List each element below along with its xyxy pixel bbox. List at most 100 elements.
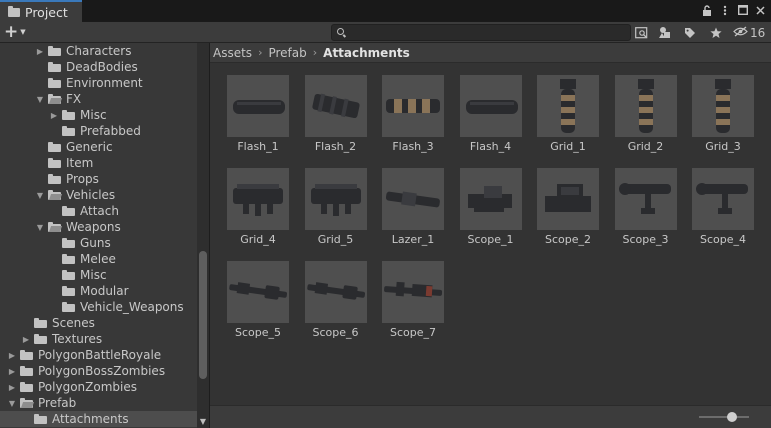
- asset-thumbnail[interactable]: [382, 75, 444, 137]
- tree-item[interactable]: ▶ Textures: [0, 331, 197, 347]
- asset-thumbnail[interactable]: [692, 168, 754, 230]
- tree-item[interactable]: ▼ FX: [0, 91, 197, 107]
- tree-item[interactable]: Modular: [0, 283, 197, 299]
- asset-item[interactable]: Scope_7: [375, 249, 445, 339]
- asset-label: Scope_7: [389, 326, 436, 339]
- asset-thumbnail[interactable]: [614, 168, 677, 230]
- asset-item[interactable]: Grid_5: [298, 156, 368, 246]
- expand-arrow-right-icon[interactable]: ▶: [7, 382, 17, 392]
- tree-item-label: Generic: [66, 140, 113, 154]
- close-icon[interactable]: [754, 3, 767, 17]
- expand-arrow-right-icon[interactable]: ▶: [7, 350, 17, 360]
- expand-arrow-down-icon[interactable]: ▼: [35, 94, 45, 104]
- search-by-type-icon[interactable]: [632, 24, 650, 41]
- tree-item[interactable]: Generic: [0, 139, 197, 155]
- asset-item[interactable]: Flash_4: [453, 63, 523, 153]
- breadcrumb-item-attachments[interactable]: Attachments: [323, 46, 410, 60]
- folder-icon: [62, 302, 75, 312]
- star-icon[interactable]: [707, 24, 725, 41]
- asset-item[interactable]: Scope_6: [298, 249, 368, 339]
- tree-item-label: DeadBodies: [66, 60, 138, 74]
- asset-item[interactable]: Grid_2: [608, 63, 678, 153]
- asset-item[interactable]: Scope_1: [453, 156, 523, 246]
- tree-item[interactable]: Misc: [0, 267, 197, 283]
- asset-thumbnail[interactable]: [382, 261, 444, 323]
- asset-item[interactable]: Flash_2: [298, 63, 368, 153]
- breadcrumb-item-assets[interactable]: Assets: [213, 46, 252, 60]
- expand-arrow-right-icon[interactable]: ▶: [35, 46, 45, 56]
- asset-thumbnail[interactable]: [227, 261, 289, 323]
- asset-thumbnail[interactable]: [537, 168, 599, 230]
- zoom-slider-knob[interactable]: [727, 412, 737, 422]
- tree-item[interactable]: Melee: [0, 251, 197, 267]
- tree-item[interactable]: ▼ Prefab: [0, 395, 197, 411]
- search-input[interactable]: [350, 25, 626, 40]
- asset-item[interactable]: Flash_3: [375, 63, 445, 153]
- asset-item[interactable]: Flash_1: [220, 63, 290, 153]
- bottom-bar: [210, 405, 771, 428]
- asset-item[interactable]: Grid_3: [685, 63, 755, 153]
- tree-item[interactable]: ▶ Misc: [0, 107, 197, 123]
- asset-label: Scope_1: [467, 233, 514, 246]
- asset-thumbnail[interactable]: [692, 75, 754, 137]
- asset-thumbnail[interactable]: [537, 75, 599, 137]
- asset-thumbnail[interactable]: [459, 75, 522, 137]
- expand-arrow-right-icon[interactable]: ▶: [49, 110, 59, 120]
- chevron-down-icon: ▼: [20, 28, 26, 36]
- asset-thumbnail[interactable]: [382, 168, 444, 230]
- tree-item[interactable]: Environment: [0, 75, 197, 91]
- tree-scrollbar[interactable]: ▼: [197, 43, 209, 428]
- tree-item[interactable]: ▼ Weapons: [0, 219, 197, 235]
- tree-item[interactable]: ▼ Vehicles: [0, 187, 197, 203]
- filter-by-type-icon[interactable]: [656, 24, 674, 41]
- expand-arrow-down-icon[interactable]: ▼: [35, 190, 45, 200]
- tree-item[interactable]: Guns: [0, 235, 197, 251]
- maximize-icon[interactable]: [736, 3, 749, 17]
- asset-thumbnail[interactable]: [304, 261, 367, 323]
- asset-item[interactable]: Scope_2: [530, 156, 600, 246]
- scroll-down-arrow-icon[interactable]: ▼: [199, 418, 207, 426]
- asset-item[interactable]: Scope_3: [608, 156, 678, 246]
- tree-item[interactable]: Attach: [0, 203, 197, 219]
- folder-icon: [48, 158, 61, 168]
- hidden-packages-toggle[interactable]: 16: [733, 24, 765, 41]
- asset-item[interactable]: Lazer_1: [375, 156, 445, 246]
- tab-project[interactable]: Project: [0, 0, 82, 22]
- more-options-icon[interactable]: [718, 3, 731, 17]
- expand-arrow-down-icon[interactable]: ▼: [7, 398, 17, 408]
- tree-item[interactable]: Props: [0, 171, 197, 187]
- lock-icon[interactable]: [700, 3, 713, 17]
- tree-item[interactable]: ▶ PolygonBossZombies: [0, 363, 197, 379]
- tree-item[interactable]: Scenes: [0, 315, 197, 331]
- folder-icon: [48, 174, 61, 184]
- asset-thumbnail[interactable]: [614, 75, 677, 137]
- tree-item[interactable]: Prefabbed: [0, 123, 197, 139]
- eye-slash-icon: [733, 25, 748, 40]
- asset-thumbnail[interactable]: [459, 168, 522, 230]
- asset-thumbnail[interactable]: [304, 75, 367, 137]
- search-field[interactable]: [331, 24, 631, 41]
- asset-thumbnail[interactable]: [227, 75, 289, 137]
- tree-item[interactable]: Attachments: [0, 411, 197, 427]
- tree-item[interactable]: ▶ PolygonBattleRoyale: [0, 347, 197, 363]
- asset-thumbnail[interactable]: [304, 168, 367, 230]
- expand-arrow-down-icon[interactable]: ▼: [35, 222, 45, 232]
- tree-item[interactable]: Item: [0, 155, 197, 171]
- breadcrumb-item-prefab[interactable]: Prefab: [268, 46, 306, 60]
- tree-item[interactable]: ▶ PolygonZombies: [0, 379, 197, 395]
- expand-arrow-right-icon[interactable]: ▶: [21, 334, 31, 344]
- asset-thumbnail[interactable]: [227, 168, 289, 230]
- asset-item[interactable]: Grid_1: [530, 63, 600, 153]
- expand-arrow-right-icon[interactable]: ▶: [7, 366, 17, 376]
- asset-label: Scope_6: [312, 326, 359, 339]
- scrollbar-thumb[interactable]: [199, 251, 207, 379]
- tree-item[interactable]: ▶ Characters: [0, 43, 197, 59]
- tree-item[interactable]: DeadBodies: [0, 59, 197, 75]
- asset-item[interactable]: Scope_5: [220, 249, 290, 339]
- asset-item[interactable]: Scope_4: [685, 156, 755, 246]
- zoom-slider-track[interactable]: [699, 416, 749, 418]
- tree-item[interactable]: Vehicle_Weapons: [0, 299, 197, 315]
- asset-item[interactable]: Grid_4: [220, 156, 290, 246]
- create-button[interactable]: + ▼: [4, 23, 30, 41]
- filter-by-label-icon[interactable]: [681, 24, 699, 41]
